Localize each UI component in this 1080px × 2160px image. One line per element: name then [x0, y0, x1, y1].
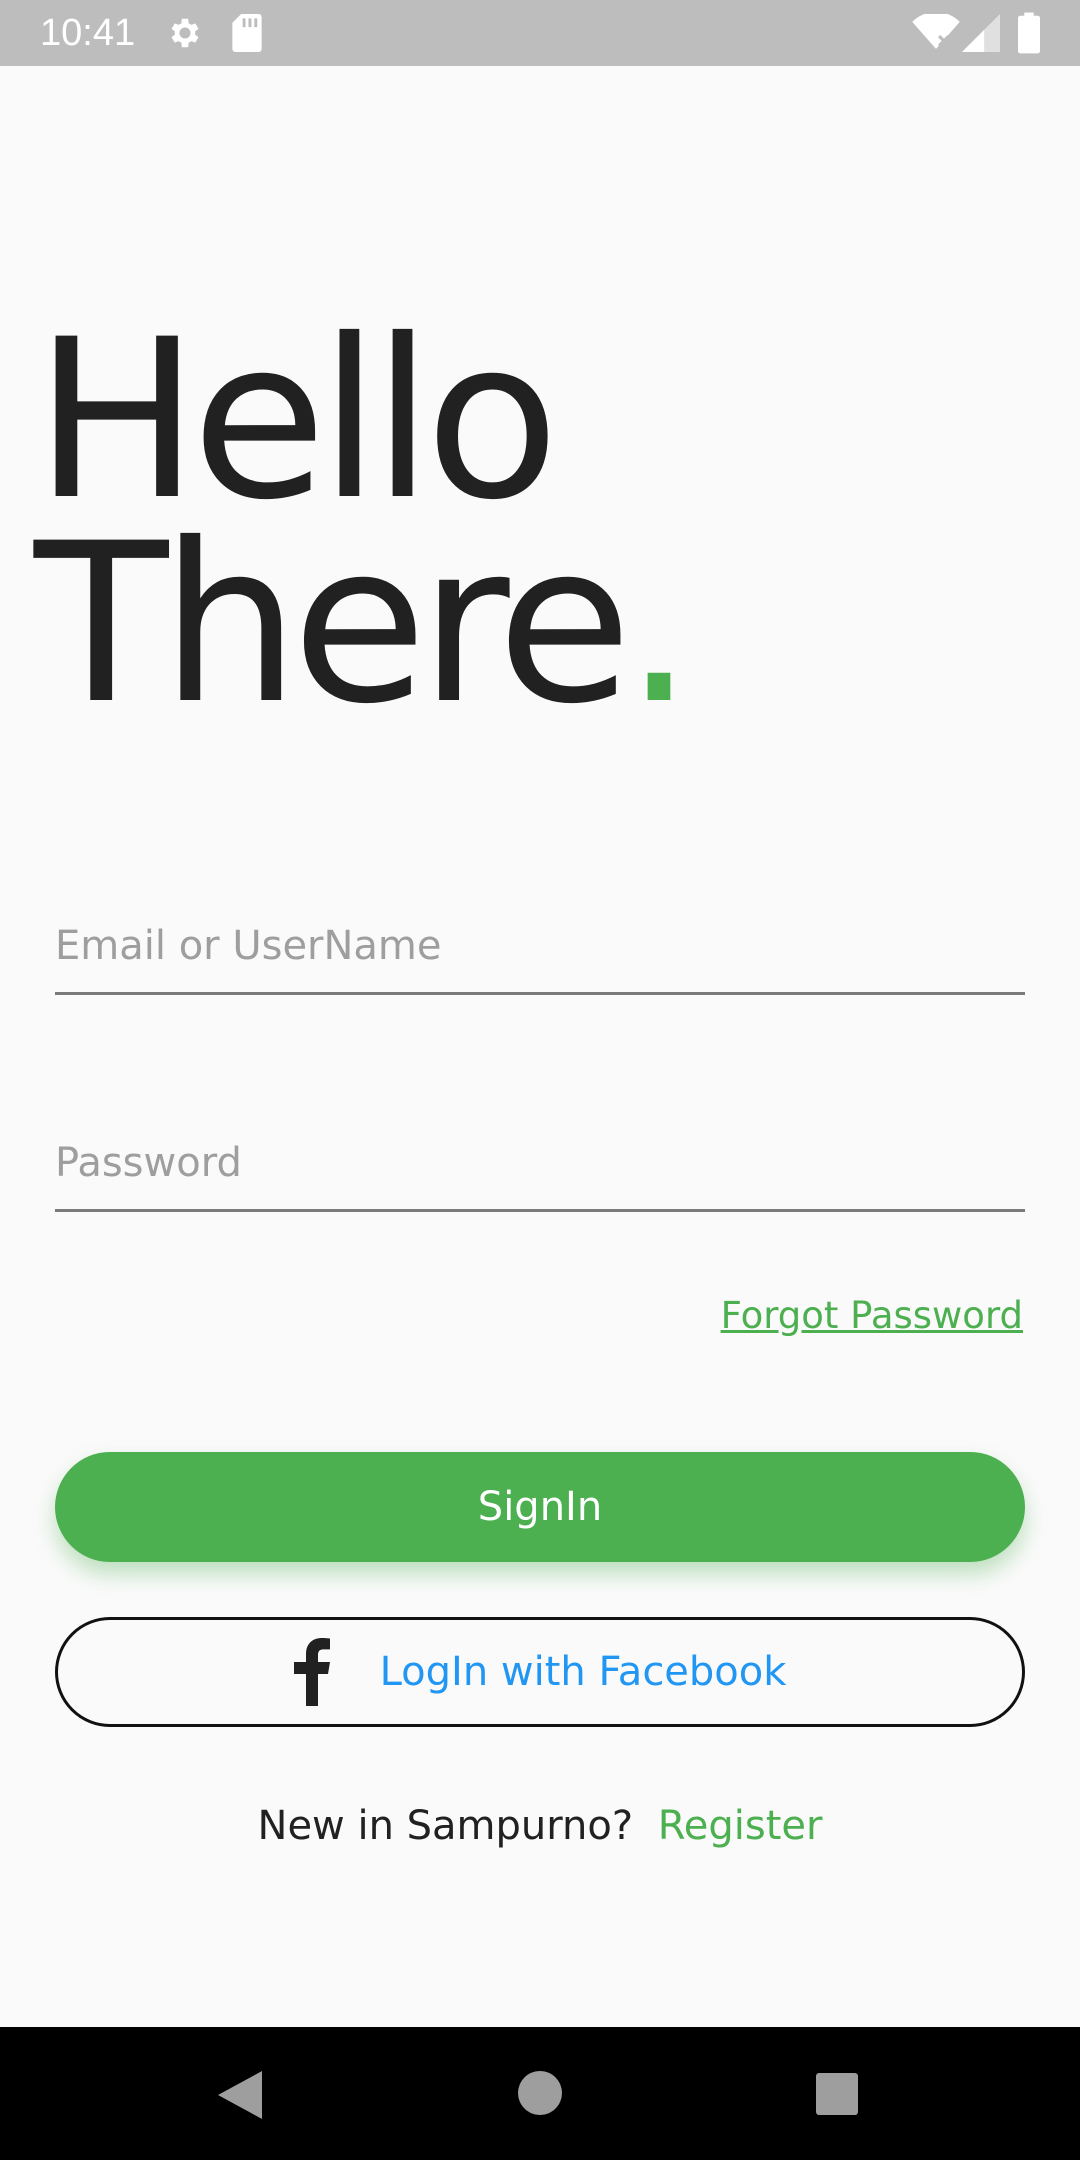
- signin-button[interactable]: SignIn: [55, 1452, 1025, 1562]
- status-time: 10:41: [40, 12, 136, 54]
- headline: Hello There.: [34, 292, 1014, 734]
- back-icon[interactable]: [218, 2071, 262, 2119]
- gear-icon: [171, 18, 199, 48]
- signin-button-label: SignIn: [477, 1484, 603, 1530]
- navigation-bar: [0, 2027, 1080, 2160]
- email-input[interactable]: [55, 900, 1025, 992]
- recents-icon[interactable]: [816, 2073, 858, 2115]
- wifi-icon: [912, 14, 960, 49]
- register-row: New in Sampurno? Register: [0, 1803, 1080, 1849]
- register-link[interactable]: Register: [658, 1803, 823, 1849]
- facebook-button-label: LogIn with Facebook: [379, 1649, 787, 1695]
- status-bar: 10:41: [0, 0, 1080, 66]
- password-input[interactable]: [55, 1117, 1025, 1209]
- facebook-login-button[interactable]: LogIn with Facebook: [55, 1617, 1025, 1727]
- headline-line-there: There.: [34, 514, 1014, 734]
- headline-line-hello: Hello: [34, 292, 560, 548]
- sd-card-icon: [232, 14, 262, 52]
- email-field[interactable]: [55, 900, 1025, 995]
- forgot-password-link[interactable]: Forgot Password: [721, 1294, 1023, 1337]
- headline-there-text: There: [34, 496, 632, 752]
- headline-accent-dot: .: [624, 496, 694, 752]
- home-icon[interactable]: [518, 2071, 562, 2115]
- signal-icon: [962, 14, 1000, 52]
- password-field[interactable]: [55, 1117, 1025, 1212]
- battery-icon: [1018, 12, 1040, 54]
- register-prompt: New in Sampurno?: [257, 1803, 634, 1849]
- facebook-icon: [293, 1638, 330, 1706]
